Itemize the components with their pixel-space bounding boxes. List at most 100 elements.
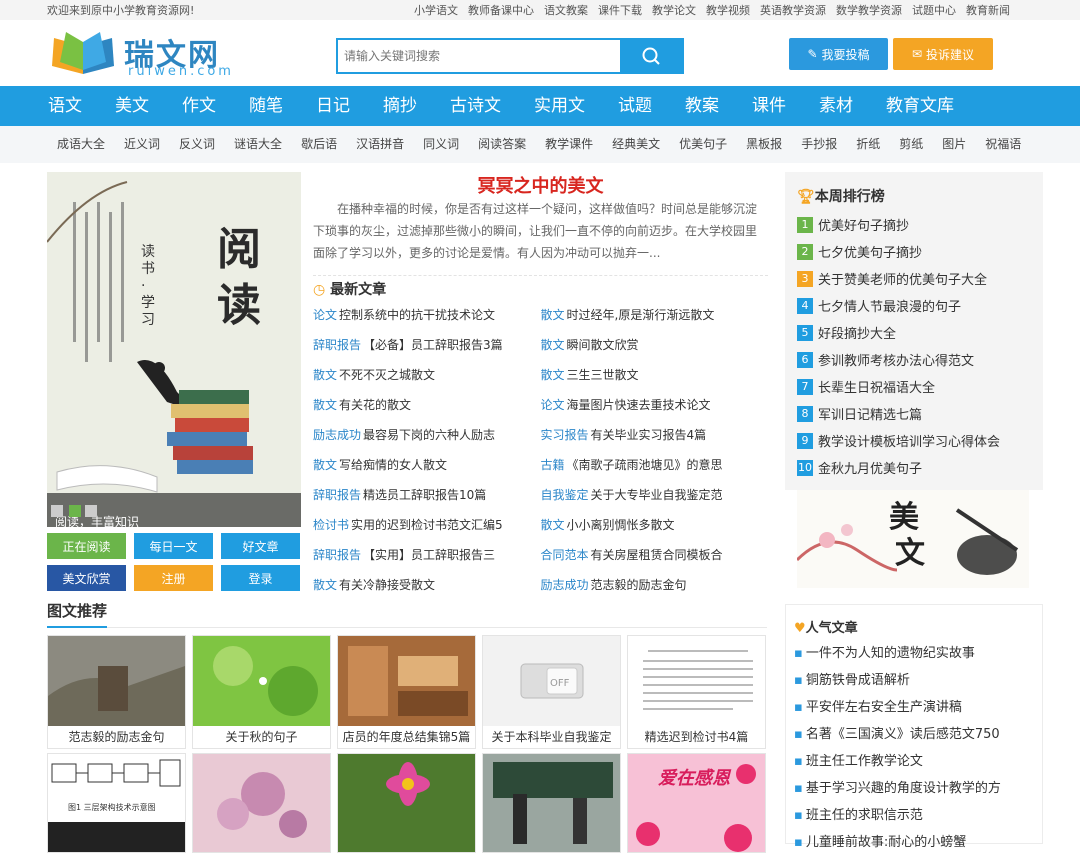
article-title[interactable]: 海量图片快速去重技术论文 xyxy=(567,398,711,412)
article-item[interactable]: 散文 时过经年,原是渐行渐远散文 xyxy=(541,305,769,335)
article-item[interactable]: 古籍 《南歌子疏雨池塘见》的意思 xyxy=(541,455,769,485)
article-title[interactable]: 实用的迟到检讨书范文汇编5 xyxy=(351,518,503,532)
slide-dot[interactable] xyxy=(85,505,97,517)
article-category[interactable]: 辞职报告 xyxy=(313,548,361,562)
subnav-item[interactable]: 优美句子 xyxy=(679,126,727,163)
ranking-title[interactable]: 好段摘抄大全 xyxy=(818,323,896,342)
article-item[interactable]: 论文 控制系统中的抗干扰技术论文 xyxy=(313,305,541,335)
top-link[interactable]: 英语教学资源 xyxy=(760,2,826,18)
nav-item[interactable]: 古诗文 xyxy=(450,86,501,126)
ranking-title[interactable]: 关于赞美老师的优美句子大全 xyxy=(818,269,987,288)
article-title[interactable]: 小小离别惆怅多散文 xyxy=(567,518,675,532)
top-link[interactable]: 试题中心 xyxy=(912,2,956,18)
article-title[interactable]: 精选员工辞职报告10篇 xyxy=(363,488,486,502)
popular-item[interactable]: 班主任的求职信示范 xyxy=(794,804,1034,831)
article-title[interactable]: 关于大专毕业自我鉴定范 xyxy=(591,488,723,502)
article-category[interactable]: 合同范本 xyxy=(541,548,589,562)
meiwen-banner[interactable]: 美 文 xyxy=(797,490,1029,588)
submit-article-button[interactable]: ✎ 我要投稿 xyxy=(789,38,888,70)
register-button[interactable]: 注册 xyxy=(134,565,213,591)
featured-title[interactable]: 冥冥之中的美文 xyxy=(313,172,768,198)
subnav-item[interactable]: 阅读答案 xyxy=(478,126,526,163)
article-title[interactable]: 【实用】员工辞职报告三 xyxy=(363,548,495,562)
article-item[interactable]: 散文 三生三世散文 xyxy=(541,365,769,395)
subnav-item[interactable]: 折纸 xyxy=(856,126,880,163)
picture-card[interactable] xyxy=(482,753,621,853)
article-item[interactable]: 散文 瞬间散文欣赏 xyxy=(541,335,769,365)
ranking-title[interactable]: 参训教师考核办法心得范文 xyxy=(818,350,974,369)
article-category[interactable]: 古籍 xyxy=(541,458,565,472)
good-article-button[interactable]: 好文章 xyxy=(221,533,300,559)
top-link[interactable]: 教育新闻 xyxy=(966,2,1010,18)
article-category[interactable]: 励志成功 xyxy=(313,428,361,442)
ranking-title[interactable]: 军训日记精选七篇 xyxy=(818,404,922,423)
article-title[interactable]: 有关花的散文 xyxy=(339,398,411,412)
picture-card[interactable]: 精选迟到检讨书4篇 xyxy=(627,635,766,749)
article-title[interactable]: 最容易下岗的六种人励志 xyxy=(363,428,495,442)
article-item[interactable]: 检讨书 实用的迟到检讨书范文汇编5 xyxy=(313,515,541,545)
site-logo[interactable]: 瑞文网 ruiwen.com xyxy=(48,28,238,80)
ranking-title[interactable]: 七夕情人节最浪漫的句子 xyxy=(818,296,961,315)
top-link[interactable]: 教学视频 xyxy=(706,2,750,18)
article-category[interactable]: 论文 xyxy=(313,308,337,322)
article-item[interactable]: 散文 有关花的散文 xyxy=(313,395,541,425)
article-item[interactable]: 散文 小小离别惆怅多散文 xyxy=(541,515,769,545)
subnav-item[interactable]: 歇后语 xyxy=(301,126,337,163)
article-item[interactable]: 实习报告 有关毕业实习报告4篇 xyxy=(541,425,769,455)
ranking-item[interactable]: 6 参训教师考核办法心得范文 xyxy=(797,346,1031,373)
article-item[interactable]: 论文 海量图片快速去重技术论文 xyxy=(541,395,769,425)
subnav-item[interactable]: 谜语大全 xyxy=(234,126,282,163)
popular-item[interactable]: 基于学习兴趣的角度设计教学的方 xyxy=(794,777,1034,804)
ranking-title[interactable]: 长辈生日祝福语大全 xyxy=(818,377,935,396)
article-category[interactable]: 散文 xyxy=(313,398,337,412)
complain-button[interactable]: ✉ 投诉建议 xyxy=(893,38,993,70)
nav-item[interactable]: 试题 xyxy=(618,86,652,126)
article-title[interactable]: 瞬间散文欣赏 xyxy=(567,338,639,352)
article-title[interactable]: 有关冷静接受散文 xyxy=(339,578,435,592)
subnav-item[interactable]: 祝福语 xyxy=(985,126,1021,163)
article-item[interactable]: 辞职报告 【实用】员工辞职报告三 xyxy=(313,545,541,575)
search-button[interactable] xyxy=(620,40,682,72)
ranking-title[interactable]: 七夕优美句子摘抄 xyxy=(818,242,922,261)
article-item[interactable]: 自我鉴定 关于大专毕业自我鉴定范 xyxy=(541,485,769,515)
ranking-item[interactable]: 1 优美好句子摘抄 xyxy=(797,211,1031,238)
nav-item[interactable]: 课件 xyxy=(752,86,786,126)
ranking-item[interactable]: 10 金秋九月优美句子 xyxy=(797,454,1031,481)
slide-image[interactable]: 阅 读 读书·学习 阅读，丰富知识 xyxy=(47,172,301,527)
subnav-item[interactable]: 成语大全 xyxy=(57,126,105,163)
nav-item[interactable]: 美文 xyxy=(115,86,149,126)
picture-card[interactable]: 店员的年度总结集锦5篇 xyxy=(337,635,476,749)
article-item[interactable]: 合同范本 有关房屋租赁合同模板合 xyxy=(541,545,769,575)
article-category[interactable]: 实习报告 xyxy=(541,428,589,442)
essay-appreciation-button[interactable]: 美文欣赏 xyxy=(47,565,126,591)
article-item[interactable]: 励志成功 最容易下岗的六种人励志 xyxy=(313,425,541,455)
top-link[interactable]: 课件下载 xyxy=(598,2,642,18)
article-category[interactable]: 散文 xyxy=(313,578,337,592)
subnav-item[interactable]: 近义词 xyxy=(124,126,160,163)
ranking-title[interactable]: 优美好句子摘抄 xyxy=(818,215,909,234)
article-item[interactable]: 辞职报告 【必备】员工辞职报告3篇 xyxy=(313,335,541,365)
subnav-item[interactable]: 经典美文 xyxy=(612,126,660,163)
popular-item[interactable]: 一件不为人知的遗物纪实故事 xyxy=(794,642,1034,669)
article-title[interactable]: 时过经年,原是渐行渐远散文 xyxy=(567,308,715,322)
article-title[interactable]: 写给痴情的女人散文 xyxy=(339,458,447,472)
ranking-item[interactable]: 2 七夕优美句子摘抄 xyxy=(797,238,1031,265)
article-category[interactable]: 励志成功 xyxy=(541,578,589,592)
article-title[interactable]: 《南歌子疏雨池塘见》的意思 xyxy=(567,458,723,472)
nav-item[interactable]: 随笔 xyxy=(249,86,283,126)
top-link[interactable]: 语文教案 xyxy=(544,2,588,18)
ranking-title[interactable]: 金秋九月优美句子 xyxy=(818,458,922,477)
article-category[interactable]: 散文 xyxy=(541,338,565,352)
nav-item[interactable]: 日记 xyxy=(316,86,350,126)
article-category[interactable]: 散文 xyxy=(313,458,337,472)
top-link[interactable]: 教师备课中心 xyxy=(468,2,534,18)
nav-item[interactable]: 教案 xyxy=(685,86,719,126)
article-title[interactable]: 三生三世散文 xyxy=(567,368,639,382)
popular-item[interactable]: 名著《三国演义》读后感范文750 xyxy=(794,723,1034,750)
ranking-item[interactable]: 5 好段摘抄大全 xyxy=(797,319,1031,346)
login-button[interactable]: 登录 xyxy=(221,565,300,591)
subnav-item[interactable]: 手抄报 xyxy=(801,126,837,163)
subnav-item[interactable]: 同义词 xyxy=(423,126,459,163)
article-category[interactable]: 自我鉴定 xyxy=(541,488,589,502)
subnav-item[interactable]: 黑板报 xyxy=(746,126,782,163)
